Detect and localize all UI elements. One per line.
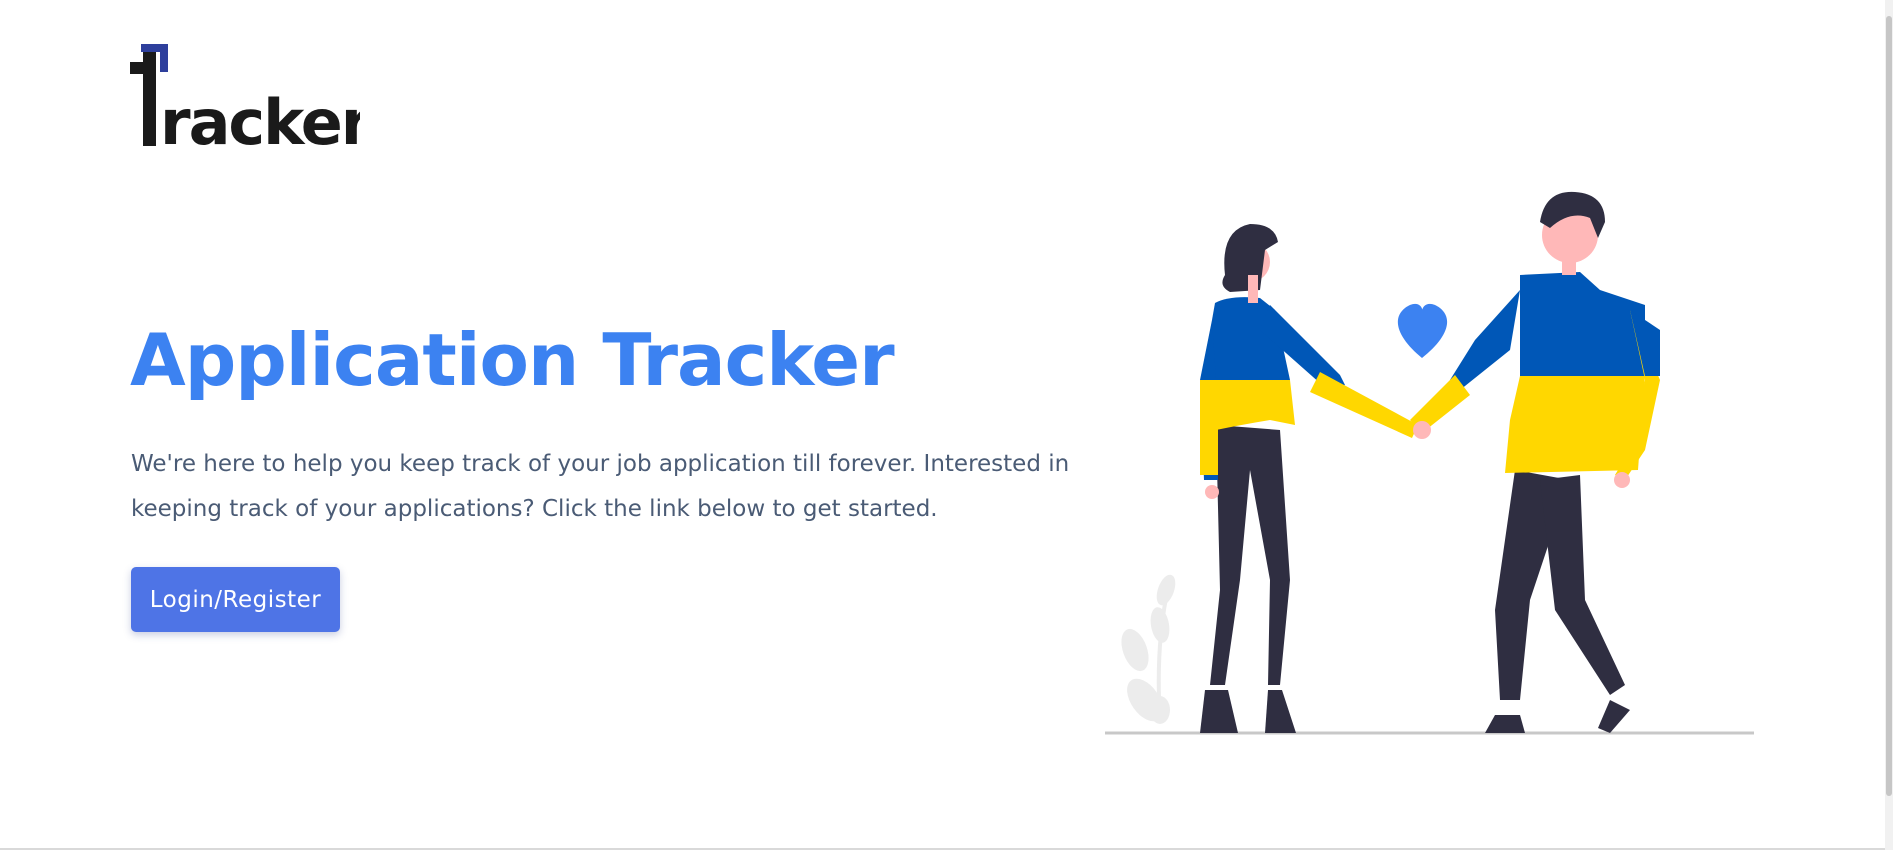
landing-page: racker Application Tracker We're here to… <box>0 0 1893 850</box>
couple-holding-hands-illustration <box>1100 180 1760 740</box>
vertical-scrollbar[interactable] <box>1885 0 1893 850</box>
svg-text:racker: racker <box>160 86 360 146</box>
woman-figure <box>1200 224 1418 733</box>
heart-icon <box>1397 303 1448 358</box>
scrollbar-thumb[interactable] <box>1886 16 1892 796</box>
man-figure <box>1410 191 1660 733</box>
page-title: Application Tracker <box>130 318 895 402</box>
login-register-button[interactable]: Login/Register <box>131 567 340 632</box>
plant-icon <box>1121 574 1176 724</box>
brand-logo[interactable]: racker <box>130 44 360 146</box>
hero-description: We're here to help you keep track of you… <box>131 451 1070 522</box>
